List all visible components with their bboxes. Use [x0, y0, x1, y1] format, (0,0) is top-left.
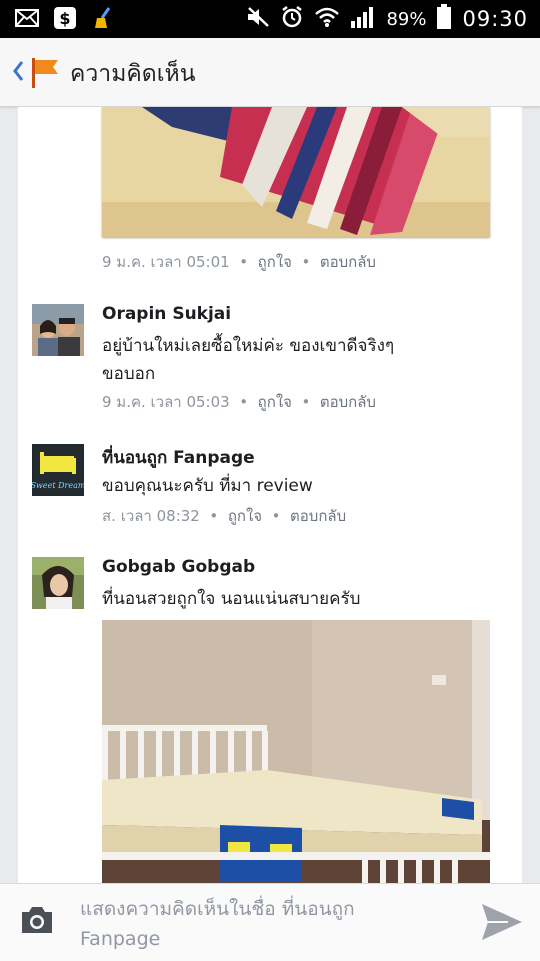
like-link[interactable]: ถูกใจ: [258, 253, 292, 271]
status-bar: $ 89% 09:30: [0, 0, 540, 38]
comment-meta: 9 ม.ค. เวลา 05:03 • ถูกใจ • ตอบกลับ: [102, 390, 376, 414]
comment-photo[interactable]: [102, 107, 490, 237]
alarm-icon: [280, 5, 304, 33]
reply-link[interactable]: ตอบกลับ: [290, 507, 346, 525]
camera-icon[interactable]: [18, 904, 56, 940]
svg-text:$: $: [59, 9, 70, 28]
comment-text: ที่นอนสวยถูกใจ นอนแน่นสบายครับ: [102, 585, 502, 613]
s-app-icon: $: [52, 6, 78, 30]
comment-meta: 9 ม.ค. เวลา 05:01 • ถูกใจ • ตอบกลับ: [102, 250, 376, 274]
wifi-icon: [314, 6, 340, 32]
comment-text: ขอบคุณนะครับ ที่มา review: [102, 472, 502, 500]
battery-percent: 89%: [386, 8, 427, 30]
comment-time: 9 ม.ค. เวลา 05:03: [102, 393, 230, 411]
separator-dot: •: [301, 253, 311, 271]
comment-line: ขอบคุณนะครับ ที่มา review: [102, 476, 313, 496]
battery-icon: [436, 4, 452, 34]
separator-dot: •: [209, 507, 219, 525]
commenter-name[interactable]: Gobgab Gobgab: [102, 557, 255, 577]
separator-dot: •: [239, 393, 249, 411]
send-icon[interactable]: [480, 902, 524, 946]
signal-icon: [350, 5, 376, 33]
comment-item: Gobgab Gobgab ที่นอนสวยถูกใจ นอนแน่นสบาย…: [32, 557, 512, 617]
comment-input[interactable]: แสดงความคิดเห็นในชื่อ ที่นอนถูก Fanpage: [80, 894, 460, 954]
commenter-name[interactable]: Orapin Sukjai: [102, 304, 231, 324]
like-link[interactable]: ถูกใจ: [258, 393, 292, 411]
separator-dot: •: [239, 253, 249, 271]
reply-link[interactable]: ตอบกลับ: [320, 393, 376, 411]
comment-input-placeholder: Fanpage: [80, 928, 161, 950]
separator-dot: •: [271, 507, 281, 525]
page-title: ความคิดเห็น: [70, 61, 196, 87]
chevron-left-icon[interactable]: [12, 60, 24, 88]
comment-item: Orapin Sukjai อยู่บ้านใหม่เลยซื้อใหม่ค่ะ…: [32, 304, 512, 414]
avatar[interactable]: Sweet Dream: [32, 444, 84, 496]
clock: 09:30: [462, 7, 528, 31]
comments-feed[interactable]: 9 ม.ค. เวลา 05:01 • ถูกใจ • ตอบกลับ Orap…: [18, 107, 522, 883]
like-link[interactable]: ถูกใจ: [228, 507, 262, 525]
comment-photo[interactable]: [102, 620, 490, 883]
flag-icon[interactable]: [28, 56, 62, 94]
comment-line: ขอบอก: [102, 364, 156, 384]
avatar[interactable]: [32, 557, 84, 609]
comment-time: ส. เวลา 08:32: [102, 507, 200, 525]
comment-time: 9 ม.ค. เวลา 05:01: [102, 253, 230, 271]
separator-dot: •: [301, 393, 311, 411]
reply-link[interactable]: ตอบกลับ: [320, 253, 376, 271]
comment-item: Sweet Dream ที่นอนถูก Fanpage ขอบคุณนะคร…: [32, 444, 512, 529]
mute-icon: [246, 6, 270, 32]
comment-input-placeholder: แสดงความคิดเห็นในชื่อ ที่นอนถูก: [80, 898, 355, 920]
header-bar: ความคิดเห็น: [0, 38, 540, 107]
comment-text: อยู่บ้านใหม่เลยซื้อใหม่ค่ะ ของเขาดีจริงๆ…: [102, 332, 502, 388]
comment-line: อยู่บ้านใหม่เลยซื้อใหม่ค่ะ ของเขาดีจริงๆ: [102, 336, 395, 356]
broom-icon: [90, 6, 116, 30]
avatar-text: Sweet Dream: [32, 481, 84, 490]
mail-icon: [14, 6, 40, 30]
avatar[interactable]: [32, 304, 84, 356]
comment-composer: แสดงความคิดเห็นในชื่อ ที่นอนถูก Fanpage: [0, 883, 540, 961]
comment-meta: ส. เวลา 08:32 • ถูกใจ • ตอบกลับ: [102, 504, 346, 528]
comment-line: ที่นอนสวยถูกใจ นอนแน่นสบายครับ: [102, 589, 361, 609]
commenter-name[interactable]: ที่นอนถูก Fanpage: [102, 444, 255, 471]
